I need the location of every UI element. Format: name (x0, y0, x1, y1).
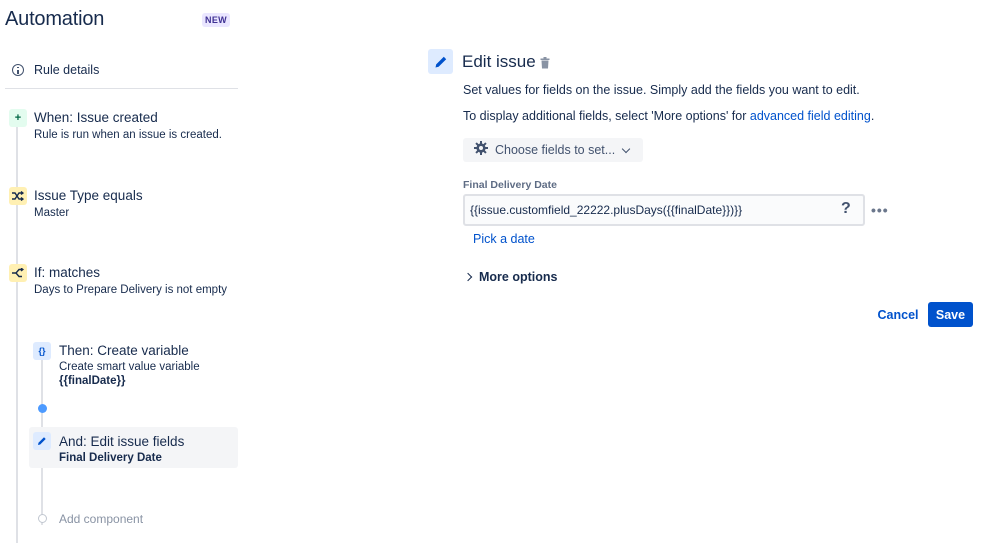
create-variable-name: {{finalDate}} (59, 375, 126, 387)
create-variable-subtitle: Create smart value variable (59, 361, 200, 373)
info-icon (12, 64, 24, 76)
help-icon[interactable]: ? (841, 200, 851, 218)
new-badge: NEW (202, 13, 230, 27)
pick-a-date-link[interactable]: Pick a date (473, 232, 535, 246)
field-label-final-delivery-date: Final Delivery Date (463, 179, 557, 191)
save-button[interactable]: Save (928, 302, 973, 327)
flow-item-trigger[interactable]: + When: Issue created Rule is run when a… (8, 109, 222, 145)
flow-item-if-matches[interactable]: If: matches Days to Prepare Delivery is … (8, 264, 238, 300)
editor-description: Set values for fields on the issue. Simp… (463, 83, 860, 97)
advanced-field-editing-link[interactable]: advanced field editing (750, 109, 871, 123)
more-options-toggle[interactable]: More options (463, 270, 558, 284)
page-title: Automation (5, 8, 105, 30)
if-subtitle: Days to Prepare Delivery is not empty (34, 284, 228, 296)
gear-icon (474, 140, 488, 160)
final-delivery-date-value: {{issue.customfield_22222.plusDays({{fin… (470, 203, 743, 217)
more-options-label: More options (479, 270, 558, 284)
trigger-subtitle: Rule is run when an issue is created. (34, 129, 222, 141)
flow-item-issue-type[interactable]: Issue Type equals Master (8, 187, 208, 223)
more-actions-icon[interactable]: ••• (871, 202, 889, 218)
shuffle-icon (9, 187, 27, 205)
chevron-down-icon (621, 144, 631, 153)
choose-fields-label: Choose fields to set... (495, 143, 616, 157)
condition-title: Issue Type equals (34, 188, 143, 203)
editor-description-advanced: To display additional fields, select 'Mo… (463, 109, 874, 123)
create-variable-title: Then: Create variable (59, 343, 189, 358)
trash-icon[interactable] (540, 56, 550, 69)
edit-issue-pencil-icon (428, 49, 453, 74)
connector-dot (38, 404, 47, 413)
editor-title: Edit issue (462, 52, 536, 71)
edit-fields-title: And: Edit issue fields (59, 434, 185, 449)
chevron-right-icon (463, 272, 473, 282)
plus-icon: + (9, 109, 27, 127)
divider (5, 88, 238, 89)
flow-item-create-variable[interactable]: {} Then: Create variable Create smart va… (33, 342, 233, 390)
braces-icon: {} (33, 342, 51, 360)
edit-fields-subtitle: Final Delivery Date (59, 452, 162, 464)
condition-subtitle: Master (34, 207, 70, 219)
choose-fields-button[interactable]: Choose fields to set... (463, 138, 643, 162)
cancel-button[interactable]: Cancel (872, 303, 924, 327)
add-component-link[interactable]: Add component (59, 512, 143, 526)
pencil-icon (33, 432, 51, 450)
branch-icon (9, 264, 27, 282)
if-title: If: matches (34, 265, 101, 280)
rule-details-label: Rule details (34, 63, 100, 77)
rule-details-link[interactable]: Rule details (12, 61, 99, 79)
advanced-hint-suffix: . (870, 109, 875, 123)
add-component-dot[interactable] (38, 514, 47, 523)
trigger-title: When: Issue created (34, 110, 158, 125)
advanced-hint-text: To display additional fields, select 'Mo… (463, 109, 750, 123)
final-delivery-date-input[interactable]: {{issue.customfield_22222.plusDays({{fin… (463, 194, 865, 226)
